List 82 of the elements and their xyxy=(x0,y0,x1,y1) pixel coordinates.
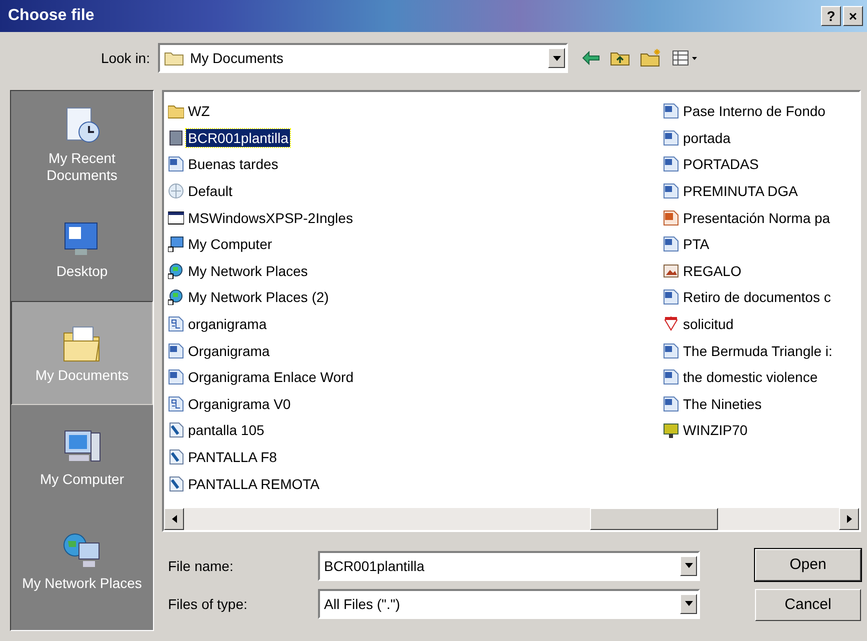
places-item[interactable]: Desktop xyxy=(11,197,153,301)
file-name-field[interactable]: BCR001plantilla xyxy=(318,550,700,580)
file-item[interactable]: The Bermuda Triangle i: xyxy=(681,342,834,360)
file-name-label: File name: xyxy=(167,558,234,574)
file-item[interactable]: organigrama xyxy=(186,315,269,334)
globe-icon xyxy=(168,183,184,200)
document-icon xyxy=(168,342,184,359)
window-icon xyxy=(168,210,184,226)
document-icon xyxy=(663,183,679,200)
image-file-icon xyxy=(168,476,184,492)
chart-document-icon xyxy=(168,396,184,412)
document-icon xyxy=(663,396,679,412)
help-button[interactable]: ? xyxy=(821,6,841,26)
right-arrow-icon xyxy=(846,515,852,523)
file-item[interactable]: My Network Places xyxy=(186,262,310,280)
file-type-label: Files of type: xyxy=(167,596,248,612)
network-icon xyxy=(168,262,184,279)
file-item[interactable]: PREMINUTA DGA xyxy=(681,182,800,200)
folder-icon xyxy=(168,103,184,120)
network-icon xyxy=(168,289,184,306)
file-icon xyxy=(168,130,184,146)
up-folder-icon[interactable] xyxy=(610,50,630,66)
file-item[interactable]: PTA xyxy=(681,235,712,254)
file-item[interactable]: Retiro de documentos c xyxy=(681,288,833,306)
file-item[interactable]: My Computer xyxy=(186,235,274,254)
file-item[interactable]: PANTALLA REMOTA xyxy=(186,474,322,493)
file-item[interactable]: PORTADAS xyxy=(681,155,761,174)
places-item[interactable]: My Network Places xyxy=(11,509,153,613)
file-item[interactable]: My Network Places (2) xyxy=(186,288,331,306)
file-item[interactable]: Buenas tardes xyxy=(186,155,280,174)
file-item[interactable]: Default xyxy=(186,182,234,200)
places-item[interactable]: My Recent Documents xyxy=(11,93,153,197)
file-item[interactable]: pantalla 105 xyxy=(186,421,266,440)
file-item[interactable]: REGALO xyxy=(681,262,744,280)
file-item[interactable]: Organigrama Enlace Word xyxy=(186,368,356,386)
new-folder-icon[interactable] xyxy=(640,49,662,67)
left-arrow-icon xyxy=(172,515,176,523)
places-item[interactable]: My Computer xyxy=(11,405,153,509)
view-menu-icon[interactable] xyxy=(672,50,698,66)
document-icon xyxy=(663,342,679,359)
document-icon xyxy=(168,156,184,172)
file-item[interactable]: Pase Interno de Fondo xyxy=(681,102,828,120)
file-item[interactable]: PANTALLA F8 xyxy=(186,448,279,466)
file-item[interactable]: portada xyxy=(681,128,732,147)
document-icon xyxy=(663,103,679,120)
look-in-label: Look in: xyxy=(100,50,151,66)
pdf-icon xyxy=(663,316,679,332)
slides-icon xyxy=(663,210,679,226)
zip-icon xyxy=(663,422,679,438)
scroll-thumb[interactable] xyxy=(590,508,718,530)
image-file-icon xyxy=(168,422,184,438)
window-title: Choose file xyxy=(8,7,94,25)
document-icon xyxy=(663,156,679,172)
picture-file-icon xyxy=(663,262,679,279)
file-item[interactable]: The Nineties xyxy=(681,394,764,413)
scroll-left-button[interactable] xyxy=(164,508,184,530)
file-item[interactable]: Presentación Norma pa xyxy=(681,208,832,227)
document-icon xyxy=(663,130,679,146)
file-item[interactable]: WINZIP70 xyxy=(681,421,750,440)
document-icon xyxy=(168,369,184,386)
chart-document-icon xyxy=(168,316,184,332)
cancel-button[interactable]: Cancel xyxy=(755,588,861,620)
back-arrow-icon[interactable] xyxy=(582,51,600,65)
horizontal-scrollbar[interactable] xyxy=(164,508,859,530)
file-item[interactable]: MSWindowsXPSP-2Ingles xyxy=(186,208,355,227)
document-icon xyxy=(663,289,679,306)
folder-icon xyxy=(164,50,184,66)
file-item[interactable]: the domestic violence xyxy=(681,368,820,386)
file-item[interactable]: solicitud xyxy=(681,315,736,334)
file-item[interactable]: Organigrama V0 xyxy=(186,394,293,413)
file-item[interactable]: WZ xyxy=(186,102,212,120)
image-file-icon xyxy=(168,449,184,466)
close-button[interactable]: × xyxy=(843,6,863,26)
file-type-dropdown[interactable]: All Files (".") xyxy=(318,588,700,618)
document-icon xyxy=(663,369,679,386)
open-button[interactable]: Open xyxy=(755,548,861,580)
file-item[interactable]: Organigrama xyxy=(186,342,272,360)
document-icon xyxy=(663,236,679,252)
computer-icon xyxy=(168,236,184,252)
scroll-right-button[interactable] xyxy=(839,508,859,530)
look-in-dropdown[interactable]: My Documents xyxy=(158,43,568,73)
file-item[interactable]: BCR001plantilla xyxy=(186,128,290,147)
